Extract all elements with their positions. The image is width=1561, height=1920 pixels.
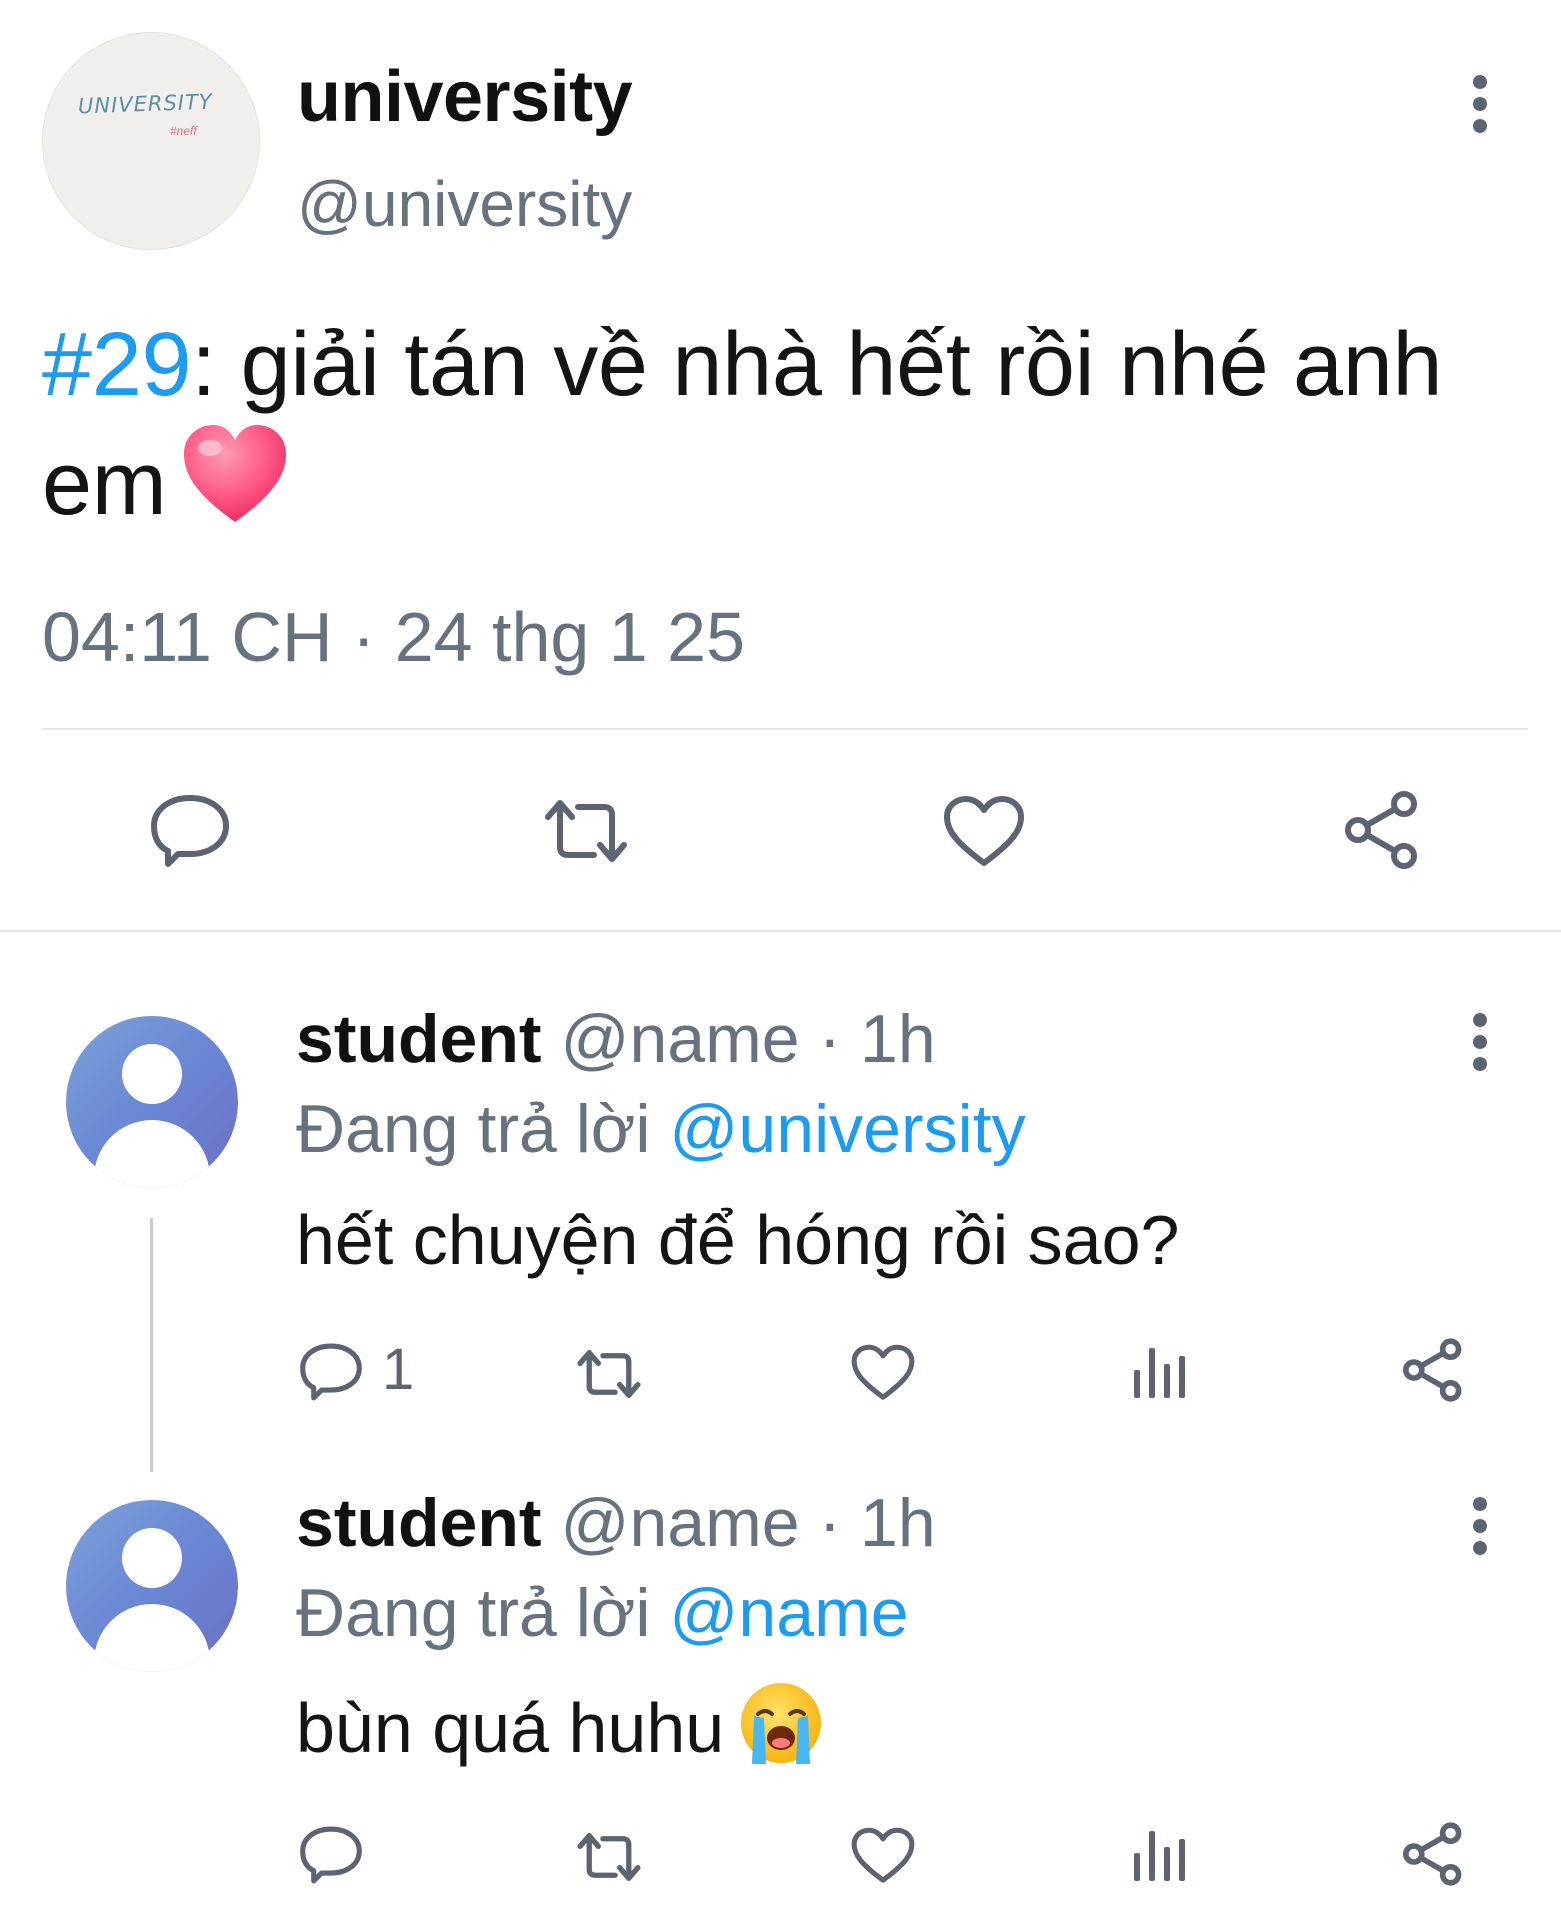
reply-icon[interactable] (298, 1342, 364, 1402)
reply-header: student @name · 1h (296, 1480, 936, 1566)
tweet-timestamp: 04:11 CH · 24 thg 1 25 (42, 598, 746, 676)
heart-emoji-icon (184, 425, 287, 522)
reply-text: hết chuyện để hóng rồi sao? (296, 1201, 1180, 1279)
thread-line (150, 1218, 153, 1472)
retweet-icon[interactable] (574, 1829, 644, 1885)
share-icon[interactable] (1401, 1338, 1465, 1402)
share-icon[interactable] (1401, 1822, 1465, 1886)
reply-icon[interactable] (148, 793, 232, 869)
author-handle[interactable]: @university (297, 164, 632, 244)
views-icon[interactable] (1130, 1344, 1186, 1400)
tweet-detail-page: UNIVERSITY #neff university @university … (0, 0, 1561, 1920)
retweet-icon[interactable] (574, 1346, 644, 1402)
student-avatar[interactable] (66, 1500, 238, 1672)
like-icon[interactable] (851, 1827, 915, 1885)
hashtag-link[interactable]: #29 (42, 315, 192, 415)
reply-handle-time[interactable]: @name · 1h (560, 1001, 935, 1077)
avatar-logo-sub: #neff (170, 124, 197, 138)
mention-link[interactable]: @name (669, 1575, 908, 1651)
replying-prefix: Đang trả lời (296, 1575, 670, 1651)
views-icon[interactable] (1130, 1827, 1186, 1883)
mention-link[interactable]: @university (669, 1091, 1025, 1167)
reply-body-text: bùn quá huhu (296, 1689, 725, 1767)
retweet-icon[interactable] (540, 795, 632, 867)
reply-author-name[interactable]: student (296, 1485, 542, 1561)
university-avatar[interactable]: UNIVERSITY #neff (42, 32, 260, 250)
tweet-text: #29: giải tán về nhà hết rồi nhé anh em (42, 308, 1502, 541)
reply-text: bùn quá huhu (296, 1680, 824, 1772)
section-divider (0, 930, 1561, 932)
reply-count: 1 (382, 1337, 415, 1402)
reply-icon[interactable] (298, 1825, 364, 1885)
reply-header: student @name · 1h (296, 996, 936, 1082)
more-options-icon[interactable] (1468, 1497, 1492, 1557)
replying-to-label: Đang trả lời @name (296, 1570, 909, 1656)
replying-prefix: Đang trả lời (296, 1091, 670, 1167)
like-icon[interactable] (851, 1344, 915, 1402)
reply-handle-time[interactable]: @name · 1h (560, 1485, 935, 1561)
like-icon[interactable] (943, 795, 1025, 869)
share-icon[interactable] (1342, 790, 1422, 870)
replying-to-label: Đang trả lời @university (296, 1086, 1026, 1172)
student-avatar[interactable] (66, 1016, 238, 1188)
divider (42, 728, 1528, 730)
reply-author-name[interactable]: student (296, 1001, 542, 1077)
avatar-logo-text: UNIVERSITY (77, 89, 214, 119)
more-options-icon[interactable] (1468, 1013, 1492, 1073)
more-options-icon[interactable] (1468, 75, 1492, 135)
author-display-name[interactable]: university (297, 52, 633, 142)
crying-face-emoji-icon (741, 1683, 822, 1764)
